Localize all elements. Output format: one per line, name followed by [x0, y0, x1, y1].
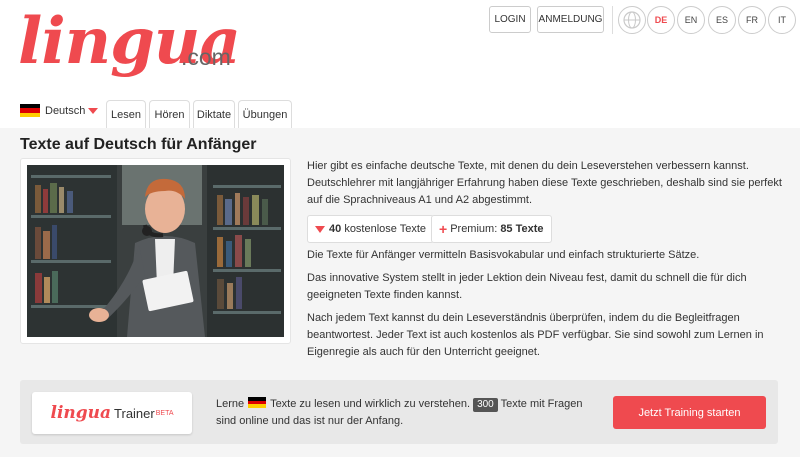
language-dropdown[interactable]: Deutsch — [20, 104, 99, 117]
tab-diktate[interactable]: Diktate — [193, 100, 235, 128]
lang-fr-button[interactable]: FR — [738, 6, 766, 34]
register-button[interactable]: ANMELDUNG — [537, 6, 604, 33]
site-header: lingua .com LOGIN ANMELDUNG DE EN ES FR … — [0, 0, 800, 128]
beta-badge: BETA — [155, 409, 174, 417]
trainer-text-c: Texte mit Fragen — [500, 398, 583, 410]
free-texts-button[interactable]: 40 kostenlose Texte — [307, 215, 435, 243]
trainer-text-d: sind online und das ist nur der Anfang. — [216, 415, 404, 427]
trainer-logo-word: Trainer — [114, 405, 155, 421]
premium-count: 85 Texte — [500, 223, 544, 235]
lang-it-button[interactable]: IT — [768, 6, 796, 34]
premium-label: Premium: — [450, 223, 498, 235]
start-training-button[interactable]: Jetzt Training starten — [613, 396, 766, 429]
paragraph-basics: Die Texte für Anfänger vermitteln Basisv… — [307, 249, 700, 261]
login-button[interactable]: LOGIN — [489, 6, 531, 33]
library-reader-image — [27, 165, 284, 337]
trainer-promo-bar: lingua Trainer BETA Lerne Texte zu lesen… — [20, 380, 778, 444]
lang-de-button[interactable]: DE — [647, 6, 675, 34]
german-flag-icon — [248, 397, 267, 408]
page-title: Texte auf Deutsch für Anfänger — [20, 136, 257, 153]
premium-texts-button[interactable]: + Premium: 85 Texte — [431, 215, 552, 243]
paragraph-comprehension: Nach jedem Text kannst du dein Leseverst… — [307, 312, 764, 358]
tab-lesen[interactable]: Lesen — [106, 100, 146, 128]
globe-icon — [618, 6, 646, 34]
tab-hoeren[interactable]: Hören — [149, 100, 190, 128]
site-logo[interactable]: lingua .com — [18, 4, 241, 79]
language-dropdown-label: Deutsch — [45, 104, 86, 117]
trainer-text-a: Lerne — [216, 398, 245, 410]
trainer-count-badge: 300 — [473, 398, 498, 412]
paragraph-system: Das innovative System stellt in jeder Le… — [307, 272, 747, 301]
free-texts-label: kostenlose Texte — [344, 223, 427, 235]
hero-photo — [20, 158, 291, 344]
lang-es-button[interactable]: ES — [708, 6, 736, 34]
lang-en-button[interactable]: EN — [677, 6, 705, 34]
tab-uebungen[interactable]: Übungen — [238, 100, 292, 128]
caret-down-icon — [315, 225, 325, 233]
intro-paragraph: Hier gibt es einfache deutsche Texte, mi… — [307, 160, 782, 206]
header-divider — [612, 6, 613, 34]
trainer-logo-brand: lingua — [50, 403, 112, 423]
german-flag-icon — [20, 104, 40, 117]
trainer-logo[interactable]: lingua Trainer BETA — [32, 392, 192, 434]
plus-icon: + — [439, 221, 448, 237]
free-texts-count: 40 — [329, 223, 342, 235]
trainer-description: Lerne Texte zu lesen und wirklich zu ver… — [216, 396, 596, 430]
trainer-text-b: Texte zu lesen und wirklich zu verstehen… — [270, 398, 470, 410]
logo-suffix: .com — [181, 44, 231, 70]
chevron-down-icon — [88, 107, 99, 114]
